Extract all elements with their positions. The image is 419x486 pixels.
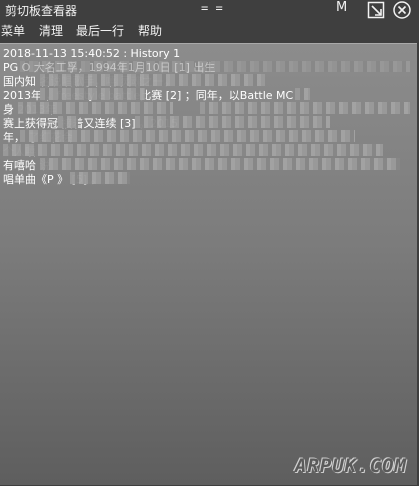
redaction-mosaic [18, 102, 173, 114]
pin-corner-icon[interactable] [366, 0, 386, 20]
redaction-mosaic [3, 144, 383, 156]
redaction-mosaic [70, 172, 130, 184]
history-line: 2018-11-13 15:40:52 : History 1 [3, 47, 181, 60]
watermark-logo: ARPUK.COM [295, 455, 407, 477]
redaction-mosaic [20, 61, 410, 72]
redaction-mosaic [135, 116, 330, 128]
redaction-mosaic [40, 158, 400, 170]
menu-item-menu[interactable]: 菜单 [1, 22, 25, 39]
menu-bar: 菜单 清理 最后一行 帮助 [0, 20, 419, 40]
app-title: 剪切板查看器 [5, 4, 78, 18]
redaction-mosaic [40, 74, 265, 86]
menu-item-clear[interactable]: 清理 [39, 22, 63, 39]
redaction-mosaic [40, 88, 145, 100]
title-center-mark: = = [201, 1, 223, 15]
menu-item-help[interactable]: 帮助 [138, 22, 162, 39]
redaction-mosaic [58, 116, 78, 128]
redaction-mosaic [200, 102, 410, 114]
close-icon[interactable] [392, 0, 412, 20]
redaction-mosaic [20, 130, 355, 142]
menu-item-last-line[interactable]: 最后一行 [76, 22, 124, 39]
clipboard-history-pane[interactable]: 2018-11-13 15:40:52 : History 1 PG O 大名工… [0, 43, 417, 485]
redaction-mosaic [295, 88, 310, 100]
history-line: 唱单曲《P 》 [5] 。 [3, 173, 102, 186]
title-bar[interactable]: 剪切板查看器 = = M [0, 0, 419, 20]
mode-button[interactable]: M [336, 0, 347, 15]
